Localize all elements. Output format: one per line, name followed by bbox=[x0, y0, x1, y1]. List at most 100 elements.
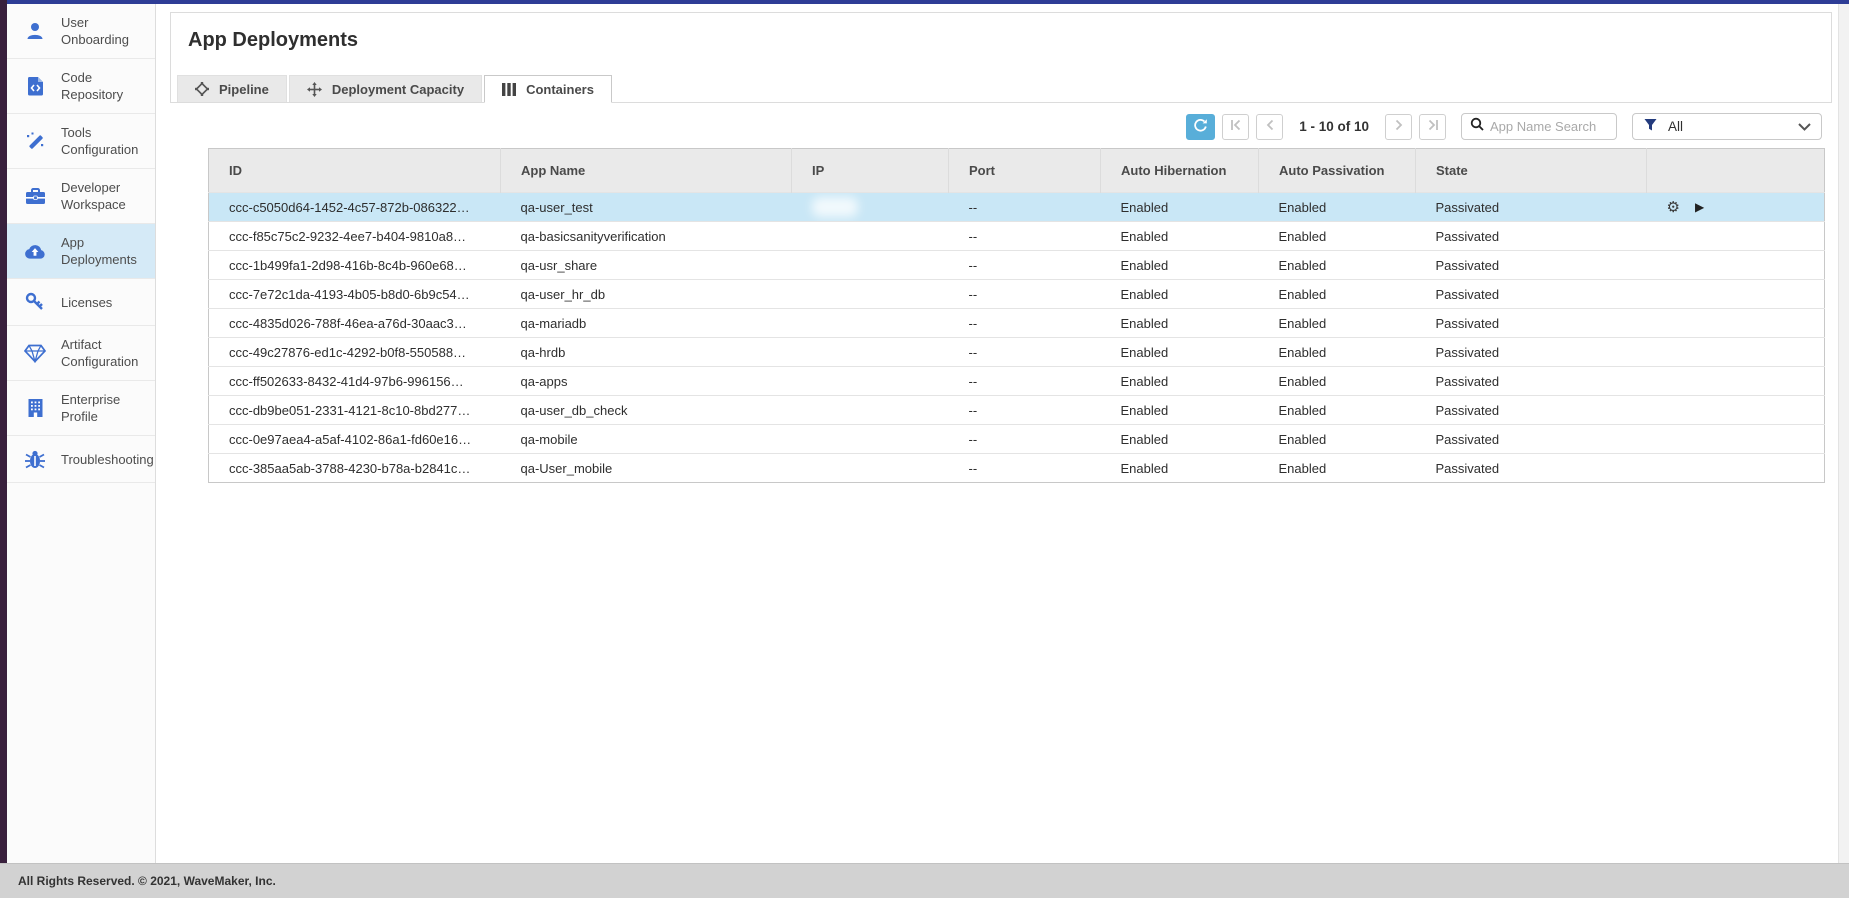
table-row[interactable]: ccc-0e97aea4-a5af-4102-86a1-fd60e16… qa-… bbox=[209, 425, 1825, 454]
cell-ip bbox=[792, 309, 949, 338]
settings-gear-icon[interactable]: ⚙ bbox=[1667, 200, 1680, 215]
cell-app-name: qa-mariadb bbox=[501, 309, 792, 338]
cell-actions: ⚙ ▶ bbox=[1647, 367, 1825, 396]
user-icon bbox=[24, 20, 46, 42]
cell-id: ccc-49c27876-ed1c-4292-b0f8-550588… bbox=[209, 338, 501, 367]
tab-deployment-capacity[interactable]: Deployment Capacity bbox=[289, 75, 482, 102]
cell-actions: ⚙ ▶ bbox=[1647, 309, 1825, 338]
sidebar-item-developer-workspace[interactable]: DeveloperWorkspace bbox=[7, 169, 155, 224]
table-header-row: ID App Name IP Port Auto Hibernation Aut… bbox=[209, 149, 1825, 193]
page-title: App Deployments bbox=[171, 13, 1831, 52]
cell-port: -- bbox=[949, 193, 1101, 222]
last-page-button[interactable] bbox=[1419, 114, 1446, 140]
cell-state: Passivated bbox=[1416, 396, 1647, 425]
cell-actions: ⚙ ▶ bbox=[1647, 338, 1825, 367]
cell-actions: ⚙ ▶ bbox=[1647, 280, 1825, 309]
cell-state: Passivated bbox=[1416, 367, 1647, 396]
search-input[interactable] bbox=[1490, 119, 1608, 134]
previous-page-button[interactable] bbox=[1256, 114, 1283, 140]
column-header-actions bbox=[1647, 149, 1825, 193]
cell-auto-hibernation: Enabled bbox=[1101, 280, 1259, 309]
play-icon[interactable]: ▶ bbox=[1695, 201, 1704, 213]
redacted-ip bbox=[812, 342, 858, 362]
cell-app-name: qa-user_hr_db bbox=[501, 280, 792, 309]
pipeline-icon bbox=[195, 82, 209, 96]
column-header-state[interactable]: State bbox=[1416, 149, 1647, 193]
sidebar-item-enterprise-profile[interactable]: Enterprise Profile bbox=[7, 381, 155, 436]
table-row[interactable]: ccc-ff502633-8432-41d4-97b6-996156… qa-a… bbox=[209, 367, 1825, 396]
column-header-auto-passivation[interactable]: Auto Passivation bbox=[1259, 149, 1416, 193]
tab-label: Containers bbox=[526, 82, 594, 97]
table-row[interactable]: ccc-1b499fa1-2d98-416b-8c4b-960e68… qa-u… bbox=[209, 251, 1825, 280]
scrollbar[interactable] bbox=[1838, 4, 1849, 863]
sidebar-item-troubleshooting[interactable]: Troubleshooting bbox=[7, 436, 155, 483]
cell-auto-passivation: Enabled bbox=[1259, 367, 1416, 396]
sidebar-item-label: Licenses bbox=[61, 294, 112, 311]
table-toolbar: 1 - 10 of 10 All bbox=[170, 113, 1822, 140]
cell-auto-passivation: Enabled bbox=[1259, 454, 1416, 483]
sidebar-item-user-onboarding[interactable]: UserOnboarding bbox=[7, 4, 155, 59]
tab-pipeline[interactable]: Pipeline bbox=[177, 75, 287, 102]
cell-port: -- bbox=[949, 425, 1101, 454]
cell-ip bbox=[792, 280, 949, 309]
sidebar-item-artifact-configuration[interactable]: ArtifactConfiguration bbox=[7, 326, 155, 381]
state-filter-select[interactable]: All bbox=[1632, 113, 1822, 140]
first-page-button[interactable] bbox=[1222, 114, 1249, 140]
cell-port: -- bbox=[949, 280, 1101, 309]
diamond-icon bbox=[24, 342, 46, 364]
cell-auto-hibernation: Enabled bbox=[1101, 425, 1259, 454]
column-header-app-name[interactable]: App Name bbox=[501, 149, 792, 193]
cell-port: -- bbox=[949, 309, 1101, 338]
column-header-id[interactable]: ID bbox=[209, 149, 501, 193]
table-row[interactable]: ccc-db9be051-2331-4121-8c10-8bd277… qa-u… bbox=[209, 396, 1825, 425]
columns-icon bbox=[502, 83, 516, 96]
cell-actions: ⚙ ▶ bbox=[1647, 193, 1825, 222]
sidebar-item-licenses[interactable]: Licenses bbox=[7, 279, 155, 326]
sidebar-item-tools-configuration[interactable]: ToolsConfiguration bbox=[7, 114, 155, 169]
cell-auto-hibernation: Enabled bbox=[1101, 193, 1259, 222]
table-row[interactable]: ccc-7e72c1da-4193-4b05-b8d0-6b9c54… qa-u… bbox=[209, 280, 1825, 309]
cell-auto-passivation: Enabled bbox=[1259, 338, 1416, 367]
cell-ip bbox=[792, 396, 949, 425]
tab-containers[interactable]: Containers bbox=[484, 75, 612, 103]
pagination-range: 1 - 10 of 10 bbox=[1299, 119, 1369, 134]
table-row[interactable]: ccc-4835d026-788f-46ea-a76d-30aac3… qa-m… bbox=[209, 309, 1825, 338]
cell-app-name: qa-usr_share bbox=[501, 251, 792, 280]
cell-auto-hibernation: Enabled bbox=[1101, 367, 1259, 396]
refresh-button[interactable] bbox=[1186, 114, 1215, 140]
filter-selected-value: All bbox=[1668, 119, 1798, 134]
cell-id: ccc-db9be051-2331-4121-8c10-8bd277… bbox=[209, 396, 501, 425]
column-header-port[interactable]: Port bbox=[949, 149, 1101, 193]
cell-auto-hibernation: Enabled bbox=[1101, 309, 1259, 338]
key-icon bbox=[24, 291, 46, 313]
cell-app-name: qa-basicsanityverification bbox=[501, 222, 792, 251]
sidebar-item-label: CodeRepository bbox=[61, 69, 123, 103]
redacted-ip bbox=[812, 197, 858, 217]
cell-id: ccc-f85c75c2-9232-4ee7-b404-9810a8… bbox=[209, 222, 501, 251]
column-header-ip[interactable]: IP bbox=[792, 149, 949, 193]
cell-port: -- bbox=[949, 222, 1101, 251]
tab-label: Deployment Capacity bbox=[332, 82, 464, 97]
cell-id: ccc-c5050d64-1452-4c57-872b-086322… bbox=[209, 193, 501, 222]
cell-state: Passivated bbox=[1416, 338, 1647, 367]
cell-auto-passivation: Enabled bbox=[1259, 309, 1416, 338]
sidebar-item-label: UserOnboarding bbox=[61, 14, 129, 48]
previous-page-icon bbox=[1265, 119, 1275, 134]
cell-id: ccc-4835d026-788f-46ea-a76d-30aac3… bbox=[209, 309, 501, 338]
column-header-auto-hibernation[interactable]: Auto Hibernation bbox=[1101, 149, 1259, 193]
cell-actions: ⚙ ▶ bbox=[1647, 454, 1825, 483]
next-page-button[interactable] bbox=[1385, 114, 1412, 140]
redacted-ip bbox=[812, 313, 858, 333]
redacted-ip bbox=[812, 284, 858, 304]
sidebar-item-app-deployments[interactable]: AppDeployments bbox=[7, 224, 155, 279]
cell-auto-passivation: Enabled bbox=[1259, 222, 1416, 251]
table-row[interactable]: ccc-c5050d64-1452-4c57-872b-086322… qa-u… bbox=[209, 193, 1825, 222]
move-icon bbox=[307, 82, 322, 97]
table-row[interactable]: ccc-f85c75c2-9232-4ee7-b404-9810a8… qa-b… bbox=[209, 222, 1825, 251]
sidebar-item-code-repository[interactable]: CodeRepository bbox=[7, 59, 155, 114]
table-row[interactable]: ccc-49c27876-ed1c-4292-b0f8-550588… qa-h… bbox=[209, 338, 1825, 367]
next-page-icon bbox=[1394, 119, 1404, 134]
tab-bar: Pipeline Deployment Capacity Containers bbox=[177, 75, 612, 103]
redacted-ip bbox=[812, 458, 858, 478]
table-row[interactable]: ccc-385aa5ab-3788-4230-b78a-b2841c… qa-U… bbox=[209, 454, 1825, 483]
